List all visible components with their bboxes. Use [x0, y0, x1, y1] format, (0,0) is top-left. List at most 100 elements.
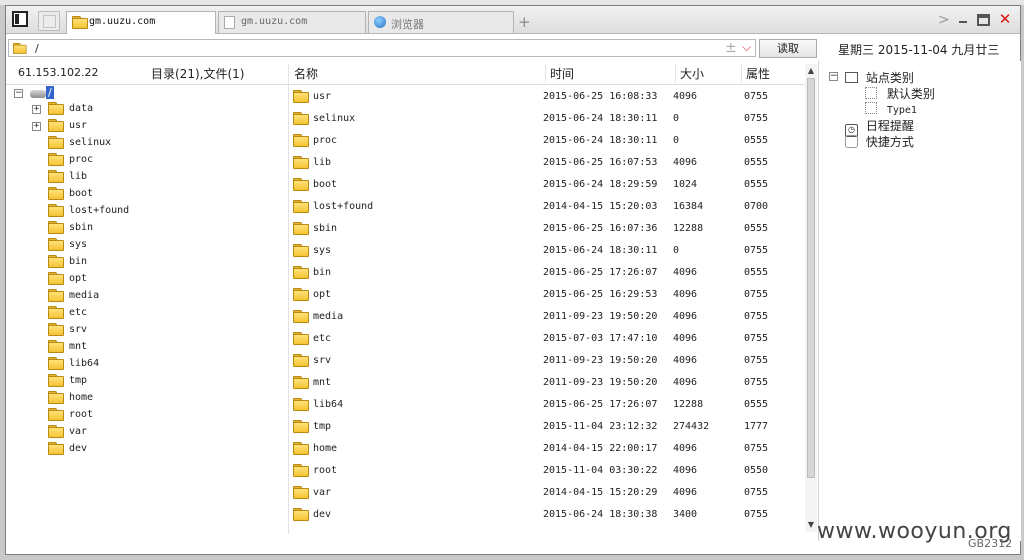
tree-item-type1[interactable]: Type1 — [865, 102, 917, 116]
tree-item-shortcuts[interactable]: 快捷方式 — [845, 133, 914, 150]
table-row[interactable]: lib 2015-06-25 16:07:53 4096 0555 — [289, 152, 811, 174]
column-header-name[interactable]: 名称 — [294, 65, 546, 83]
tree-item-lib[interactable]: lib — [48, 170, 87, 186]
tree-item-site-category[interactable]: − 站点类别 — [829, 69, 914, 86]
tree-item-sys[interactable]: sys — [48, 238, 87, 254]
collapse-icon[interactable]: − — [829, 72, 838, 81]
path-row: / ± ⌵ 读取 — [6, 39, 818, 59]
table-row[interactable]: selinux 2015-06-24 18:30:11 0 0755 — [289, 108, 811, 130]
tree-item-var[interactable]: var — [48, 425, 87, 441]
cell-time: 2015-06-25 17:26:07 — [543, 399, 658, 410]
table-row[interactable]: proc 2015-06-24 18:30:11 0 0555 — [289, 130, 811, 152]
tab-label: gm.uuzu.com — [89, 16, 156, 27]
folder-icon — [48, 442, 64, 455]
close-icon[interactable]: ✕ — [998, 12, 1012, 27]
tab-1[interactable]: gm.uuzu.com — [66, 11, 216, 34]
table-row[interactable]: lib64 2015-06-25 17:26:07 12288 0555 — [289, 394, 811, 416]
file-list-scrollbar[interactable]: ▲ ▼ — [805, 64, 817, 532]
tree-item-etc[interactable]: etc — [48, 306, 87, 322]
scrollbar-thumb[interactable] — [807, 78, 815, 478]
table-row[interactable]: usr 2015-06-25 16:08:33 4096 0755 — [289, 86, 811, 108]
cell-size: 4096 — [673, 355, 698, 366]
tree-item-proc[interactable]: proc — [48, 153, 93, 169]
table-row[interactable]: var 2014-04-15 15:20:29 4096 0755 — [289, 482, 811, 504]
tree-item-home[interactable]: home — [48, 391, 93, 407]
table-row[interactable]: srv 2011-09-23 19:50:20 4096 0755 — [289, 350, 811, 372]
read-button[interactable]: 读取 — [759, 39, 817, 58]
tree-item-media[interactable]: media — [48, 289, 99, 305]
cell-size: 4096 — [673, 311, 698, 322]
tree-item-label: bin — [69, 256, 88, 267]
tree-item-tmp[interactable]: tmp — [48, 374, 87, 390]
cell-attr: 0755 — [744, 509, 769, 520]
table-row[interactable]: dev 2015-06-24 18:30:38 3400 0755 — [289, 504, 811, 526]
table-row[interactable]: opt 2015-06-25 16:29:53 4096 0755 — [289, 284, 811, 306]
expand-icon[interactable]: + — [32, 122, 41, 131]
cell-time: 2015-06-24 18:30:11 — [543, 245, 658, 256]
folder-icon — [48, 425, 64, 438]
tree-item-data[interactable]: + data — [32, 102, 93, 118]
cell-name: opt — [313, 289, 332, 300]
root-label[interactable]: / — [46, 86, 54, 99]
folder-icon — [48, 221, 64, 234]
tree-item-label: srv — [69, 324, 88, 335]
tab-2[interactable]: gm.uuzu.com — [218, 11, 366, 33]
expand-icon[interactable]: + — [32, 105, 41, 114]
cell-name: lost+found — [313, 201, 374, 212]
table-row[interactable]: sbin 2015-06-25 16:07:36 12288 0555 — [289, 218, 811, 240]
table-row[interactable]: tmp 2015-11-04 23:12:32 274432 1777 — [289, 416, 811, 438]
folder-icon — [293, 90, 309, 103]
table-row[interactable]: mnt 2011-09-23 19:50:20 4096 0755 — [289, 372, 811, 394]
folder-icon — [293, 222, 309, 235]
folder-icon — [48, 374, 64, 387]
tree-item-srv[interactable]: srv — [48, 323, 87, 339]
table-row[interactable]: boot 2015-06-24 18:29:59 1024 0555 — [289, 174, 811, 196]
folder-icon — [48, 391, 64, 404]
cell-time: 2015-11-04 03:30:22 — [543, 465, 658, 476]
tree-item-label: data — [69, 103, 94, 114]
tab-browser[interactable]: 浏览器 — [368, 11, 514, 33]
tree-item-lib64[interactable]: lib64 — [48, 357, 99, 373]
tree-item-opt[interactable]: opt — [48, 272, 87, 288]
panel-toggle-icon[interactable] — [12, 11, 28, 27]
scroll-up-icon[interactable]: ▲ — [805, 66, 817, 76]
tree-item-dev[interactable]: dev — [48, 442, 87, 458]
tree-item-boot[interactable]: boot — [48, 187, 93, 203]
page-icon — [224, 16, 235, 29]
tree-item-root[interactable]: root — [48, 408, 93, 424]
folder-icon — [293, 200, 309, 213]
column-header-time[interactable]: 时间 — [546, 65, 676, 83]
blank-tab-icon[interactable] — [38, 11, 60, 31]
cell-attr: 0755 — [744, 311, 769, 322]
scroll-down-icon[interactable]: ▼ — [805, 520, 817, 530]
cell-size: 12288 — [673, 399, 704, 410]
collapse-icon[interactable]: − — [14, 89, 23, 98]
plus-icon[interactable]: ± — [725, 40, 737, 56]
column-header-size[interactable]: 大小 — [676, 65, 742, 83]
table-row[interactable]: lost+found 2014-04-15 15:20:03 16384 0700 — [289, 196, 811, 218]
cell-name: tmp — [313, 421, 332, 432]
tree-item-mnt[interactable]: mnt — [48, 340, 87, 356]
chevron-right-icon[interactable]: > — [938, 12, 950, 28]
tree-item-lost-found[interactable]: lost+found — [48, 204, 129, 220]
cell-time: 2015-06-24 18:29:59 — [543, 179, 658, 190]
table-row[interactable]: bin 2015-06-25 17:26:07 4096 0555 — [289, 262, 811, 284]
tree-item-default-category[interactable]: 默认类别 — [865, 85, 935, 102]
chevron-down-icon[interactable]: ⌵ — [742, 40, 751, 55]
tree-item-bin[interactable]: bin — [48, 255, 87, 271]
cell-attr: 0755 — [744, 443, 769, 454]
table-row[interactable]: root 2015-11-04 03:30:22 4096 0550 — [289, 460, 811, 482]
tree-item-sbin[interactable]: sbin — [48, 221, 93, 237]
table-row[interactable]: sys 2015-06-24 18:30:11 0 0755 — [289, 240, 811, 262]
column-header-attr[interactable]: 属性 — [742, 65, 802, 83]
table-row[interactable]: etc 2015-07-03 17:47:10 4096 0755 — [289, 328, 811, 350]
cell-time: 2015-06-24 18:30:38 — [543, 509, 658, 520]
table-row[interactable]: media 2011-09-23 19:50:20 4096 0755 — [289, 306, 811, 328]
add-tab-icon[interactable]: + — [518, 13, 531, 31]
path-input[interactable]: / ± ⌵ — [8, 39, 756, 57]
table-row[interactable]: home 2014-04-15 22:00:17 4096 0755 — [289, 438, 811, 460]
maximize-icon[interactable] — [977, 14, 990, 26]
minimize-icon[interactable] — [956, 12, 970, 26]
tree-item-usr[interactable]: + usr — [32, 119, 87, 135]
tree-item-selinux[interactable]: selinux — [48, 136, 111, 152]
